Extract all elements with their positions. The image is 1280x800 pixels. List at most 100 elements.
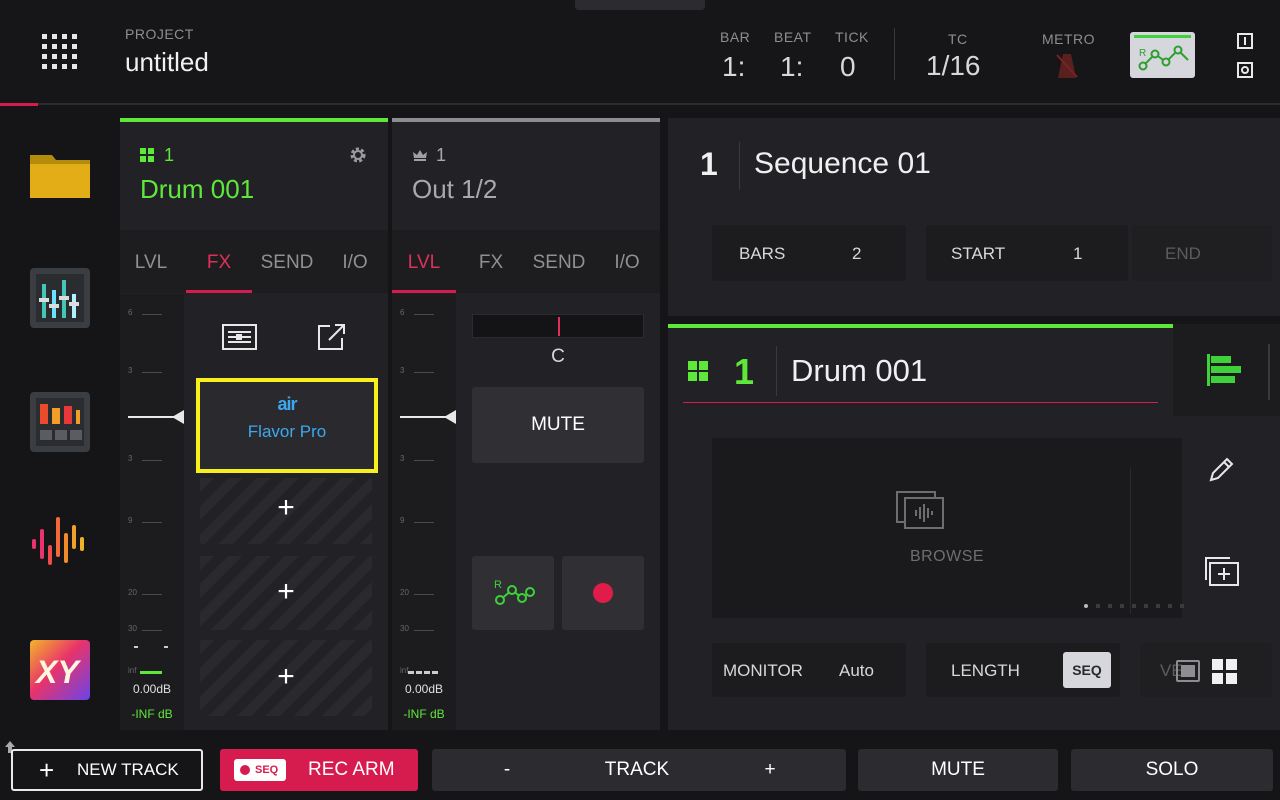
beat-value[interactable]: 1: [780,51,803,83]
plugin-editor-icon[interactable] [222,322,258,352]
track-plus-button[interactable]: + [758,749,782,791]
meter-scale-label: 3 [400,366,405,375]
output-level-meter[interactable]: 6 3 3 9 20 30 inf [392,294,456,730]
meter-scale-label: 3 [128,366,133,375]
length-field[interactable]: LENGTH SEQ [926,643,1120,697]
tab-send[interactable]: SEND [526,232,592,294]
track-align-button[interactable] [1173,324,1280,416]
track-db-value: 0.00dB [132,682,172,696]
tick-value[interactable]: 0 [840,51,856,83]
browse-sample-icon [896,491,944,529]
monitor-label: MONITOR [723,661,803,680]
svg-text:R: R [1139,48,1146,59]
track-select: - TRACK + [432,749,846,791]
add-icon: + [277,575,295,608]
beat-label: BEAT [774,29,812,45]
new-track-button[interactable]: + NEW TRACK [11,749,203,791]
pad-grid-icon[interactable] [1212,659,1238,685]
open-external-icon[interactable] [316,322,348,352]
fader-handle-icon[interactable] [172,410,184,424]
output-db-value: 0.00dB [404,682,444,696]
pad-mixer-icon[interactable] [30,392,90,452]
tc-value[interactable]: 1/16 [926,50,981,82]
rec-arm-button[interactable]: SEQ REC ARM [220,749,418,791]
tab-lvl[interactable]: LVL [120,232,182,294]
fx-slot-4[interactable]: + [200,640,372,716]
plugin-vendor-logo: air [277,394,297,414]
meter-scale-label: 6 [400,308,405,317]
pan-slider[interactable] [472,314,644,338]
track-detail-number: 1 [734,351,755,392]
tab-io[interactable]: I/O [322,232,388,294]
track-level-meter[interactable]: 6 3 3 9 20 30 inf [120,294,184,730]
window-icon[interactable] [1176,660,1200,682]
align-left-icon [1207,354,1241,386]
bar-value[interactable]: 1: [722,51,745,83]
tab-fx[interactable]: FX [458,232,524,294]
track-name[interactable]: Drum 001 [140,174,254,205]
info-icon[interactable] [1237,33,1253,49]
gear-icon[interactable] [348,145,368,165]
output-crown-icon [412,148,428,162]
sequence-name[interactable]: Sequence 01 [754,147,931,181]
record-mode-icon[interactable] [1237,62,1253,78]
mute-button[interactable]: MUTE [472,387,644,463]
add-icon: + [277,660,295,693]
sequence-divider [739,142,740,190]
automation-read-icon: R [1138,45,1189,71]
velocity-field[interactable]: VE [1140,643,1272,697]
meter-scale-label: 9 [128,516,133,525]
plugin-name: Flavor Pro [247,422,327,441]
mute-track-button[interactable]: MUTE [858,749,1058,791]
monitor-field[interactable]: MONITOR Auto [712,643,906,697]
track-detail-underline [683,402,1158,403]
menu-grid-icon[interactable] [42,34,78,70]
track-detail-name[interactable]: Drum 001 [791,353,927,389]
fx-slot-2[interactable]: + [200,478,372,544]
drum-grid-icon [688,361,708,381]
track-detail-edge [1268,344,1270,400]
bars-field[interactable]: BARS 2 [712,225,906,281]
pencil-icon[interactable] [1205,454,1237,486]
output-name[interactable]: Out 1/2 [412,174,497,205]
metronome-off-icon[interactable] [1054,52,1080,80]
solo-track-button[interactable]: SOLO [1071,749,1273,791]
browse-label: BROWSE [909,548,985,565]
svg-text:R: R [494,579,502,591]
meter-scale-label: 3 [400,454,405,463]
add-layer-icon[interactable] [1204,556,1240,588]
xy-icon[interactable]: XY [30,640,90,700]
add-icon: + [277,491,295,524]
automation-button[interactable]: R [472,556,554,630]
fx-slot-1[interactable]: air Flavor Pro [196,378,378,473]
meter-scale-label: 20 [400,588,409,597]
new-track-label: NEW TRACK [77,760,179,779]
sequence-number: 1 [700,146,718,182]
folder-icon[interactable] [30,145,90,205]
track-minus-button[interactable]: - [496,749,518,791]
tab-send[interactable]: SEND [254,232,320,294]
record-arm-button[interactable] [562,556,644,630]
tab-fx-underline [186,290,252,293]
project-name[interactable]: untitled [125,47,209,78]
meter-scale-label: 20 [128,588,137,597]
end-field[interactable]: END [1132,225,1272,281]
automation-button[interactable]: R [1130,32,1195,78]
fx-slot-3[interactable]: + [200,556,372,630]
meter-scale-label: 6 [128,308,133,317]
start-field[interactable]: START 1 [926,225,1128,281]
tab-lvl[interactable]: LVL [392,232,456,294]
drum-grid-icon [140,148,154,162]
output-number: 1 [436,145,447,165]
waveform-icon[interactable] [30,515,90,575]
fader-handle-icon[interactable] [444,410,456,424]
pan-value: C [551,346,565,367]
record-dot-icon [240,765,250,775]
mixer-icon[interactable] [30,268,90,328]
start-label: START [951,244,1006,263]
tab-io[interactable]: I/O [594,232,660,294]
top-drawer-handle[interactable] [575,0,705,10]
browse-area[interactable]: BROWSE [712,438,1184,618]
tab-fx[interactable]: FX [186,232,252,294]
monitor-value: Auto [839,661,874,680]
